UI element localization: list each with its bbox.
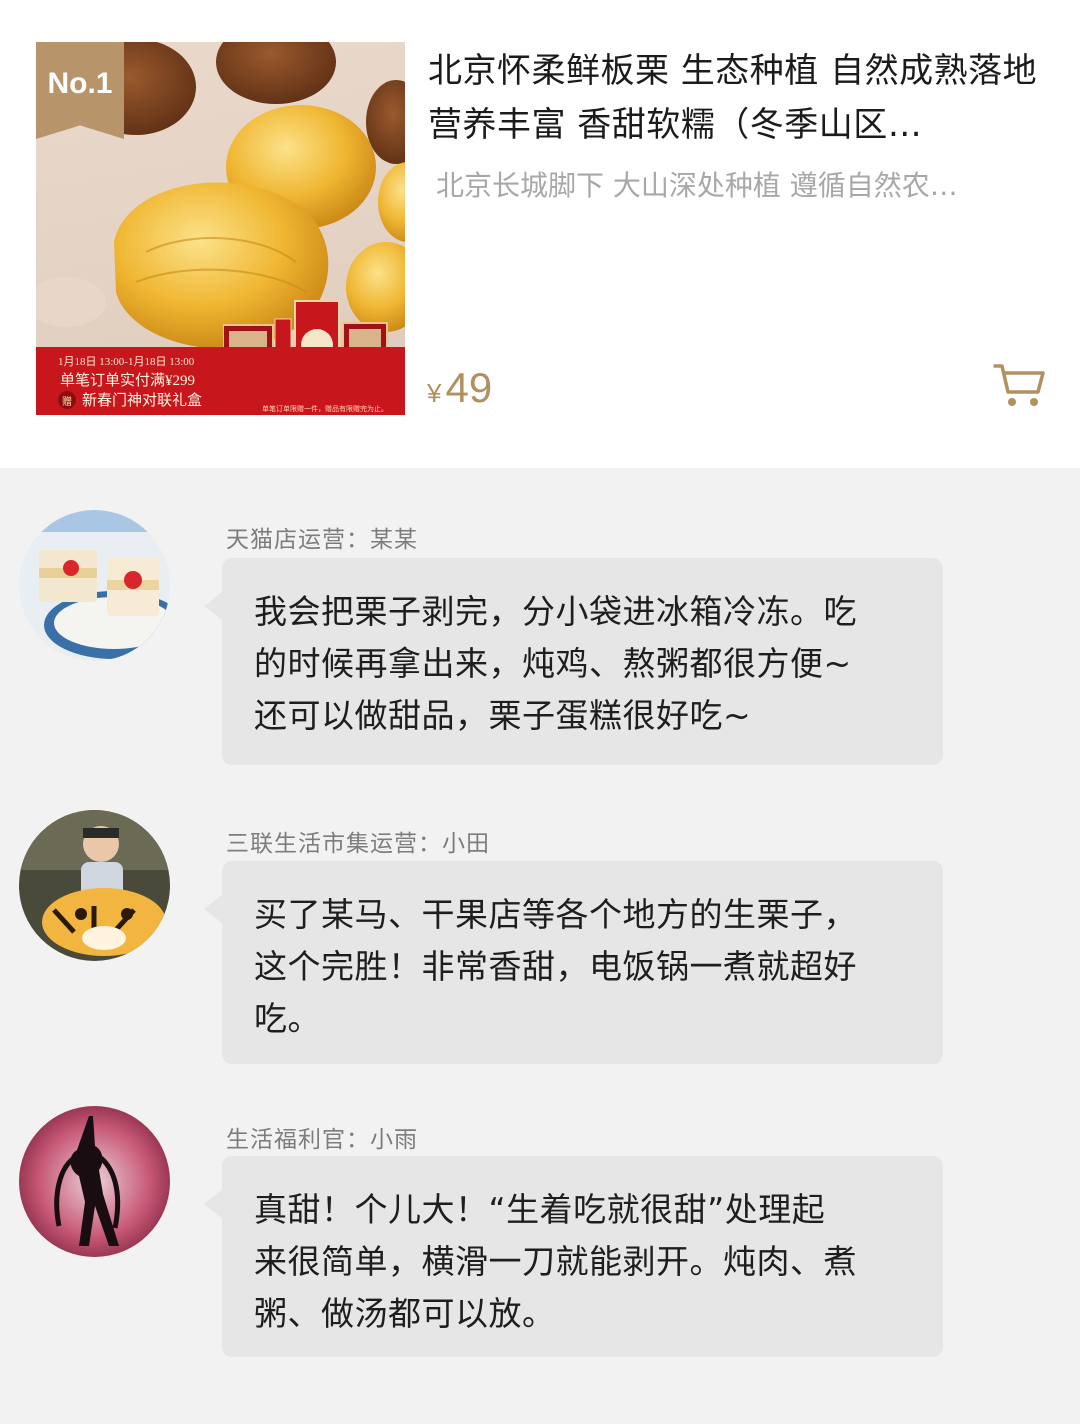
comment-text: 买了某马、干果店等各个地方的生栗子， 这个完胜！非常香甜，电饭锅一煮就超好 吃。	[254, 895, 857, 1038]
promo-fineprint: 单笔订单限赠一件，赠品有限赠完为止。	[262, 405, 388, 413]
comment-bubble: 真甜！个儿大！“生着吃就很甜”处理起 来很简单，横滑一刀就能剥开。炖肉、煮 粥、…	[204, 1156, 943, 1357]
comment-text: 真甜！个儿大！“生着吃就很甜”处理起 来很简单，横滑一刀就能剥开。炖肉、煮 粥、…	[254, 1190, 857, 1333]
product-title[interactable]: 北京怀柔鲜板栗 生态种植 自然成熟落地 营养丰富 香甜软糯（冬季山区…	[428, 44, 1050, 152]
avatar[interactable]	[19, 510, 170, 661]
add-to-cart-button[interactable]	[992, 360, 1048, 410]
promo-gift: 新春门神对联礼盒	[82, 393, 203, 409]
rank-badge: No.1	[36, 42, 124, 139]
product-subtitle: 北京长城脚下 大山深处种植 遵循自然农…	[436, 169, 958, 202]
avatar[interactable]	[19, 1106, 170, 1257]
promo-band: 1月18日 13:00-1月18日 13:00 单笔订单实付满¥299 赠 新春…	[36, 347, 405, 415]
avatar-cakes-icon	[19, 510, 170, 661]
comment-bubble: 我会把栗子剥完，分小袋进冰箱冷冻。吃 的时候再拿出来，炖鸡、熬粥都很方便~ 还可…	[204, 558, 943, 765]
comment-text: 我会把栗子剥完，分小袋进冰箱冷冻。吃 的时候再拿出来，炖鸡、熬粥都很方便~ 还可…	[254, 592, 857, 735]
avatar-silhouette-icon	[19, 1106, 170, 1257]
gift-mark: 赠	[58, 391, 76, 409]
comment-bubble: 买了某马、干果店等各个地方的生栗子， 这个完胜！非常香甜，电饭锅一煮就超好 吃。	[204, 861, 943, 1064]
price: ¥ 49	[427, 364, 492, 412]
commenter-name: 三联生活市集运营：小田	[226, 831, 490, 857]
avatar[interactable]	[19, 810, 170, 961]
cart-icon	[993, 364, 1045, 406]
promo-date: 1月18日 13:00-1月18日 13:00	[58, 356, 195, 368]
product-image[interactable]: No.1 1月18日 13:00-1月18日 13:00 单笔订单实付满¥299…	[36, 42, 405, 415]
promo-condition: 单笔订单实付满¥299	[60, 373, 196, 389]
avatar-child-tiger-icon	[19, 810, 170, 961]
commenter-name: 生活福利官：小雨	[226, 1127, 418, 1153]
price-value: 49	[445, 364, 493, 411]
commenter-name: 天猫店运营：某某	[226, 527, 418, 553]
price-currency: ¥	[427, 378, 442, 408]
product-card[interactable]: No.1 1月18日 13:00-1月18日 13:00 单笔订单实付满¥299…	[0, 0, 1080, 468]
